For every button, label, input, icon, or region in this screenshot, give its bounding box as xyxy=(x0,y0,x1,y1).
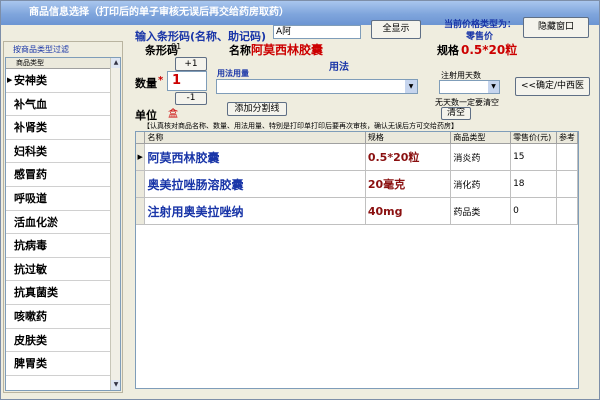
row-ref[interactable] xyxy=(556,170,578,198)
category-item[interactable]: 咳嗽药 xyxy=(6,305,120,329)
hide-window-button[interactable]: 隐藏窗口 xyxy=(523,17,589,38)
dosage-label: 用法用量 xyxy=(217,69,249,78)
category-item[interactable]: 抗过敏 xyxy=(6,258,120,282)
category-item[interactable]: 妇科类 xyxy=(6,140,120,164)
window-title: 商品信息选择（打印后的单子审核无误后再交给药房取药） xyxy=(29,7,289,18)
category-item[interactable]: 感冒药 xyxy=(6,163,120,187)
category-item[interactable]: 活血化淤 xyxy=(6,211,120,235)
category-item[interactable]: 抗真菌类 xyxy=(6,281,120,305)
quantity-input[interactable]: 1 xyxy=(167,71,207,91)
row-name[interactable]: 阿莫西林胶囊 xyxy=(144,143,366,171)
category-item-label: 感冒药 xyxy=(14,168,47,182)
product-spec-value: 0.5*20粒 xyxy=(461,43,518,57)
category-item[interactable]: 补肾类 xyxy=(6,116,120,140)
show-all-button[interactable]: 全显示 xyxy=(371,20,421,39)
category-list-header: 商品类型 xyxy=(6,58,120,69)
row-price[interactable]: 0 xyxy=(510,197,557,225)
row-spec[interactable]: 0.5*20粒 xyxy=(365,143,452,171)
current-row-indicator-icon: ▶ xyxy=(136,143,146,171)
category-item-label: 补肾类 xyxy=(14,121,47,135)
row-name[interactable]: 奥美拉唑肠溶胶囊 xyxy=(144,170,366,198)
quantity-label: 数量 xyxy=(135,77,157,90)
category-item-label: 皮肤类 xyxy=(14,333,47,347)
category-list-scrollbar[interactable]: ▲ ▼ xyxy=(110,58,120,390)
column-ref[interactable]: 参考 xyxy=(556,132,578,144)
column-spec[interactable]: 规格 xyxy=(365,132,452,144)
row-ref[interactable] xyxy=(556,197,578,225)
category-item-label: 咳嗽药 xyxy=(14,309,47,323)
scroll-down-icon[interactable]: ▼ xyxy=(111,380,120,390)
usage-section-title: 用法 xyxy=(329,62,349,73)
category-item-label: 抗真菌类 xyxy=(14,286,58,300)
barcode-value: 01 xyxy=(171,42,182,51)
plus-one-button[interactable]: +1 xyxy=(175,57,207,71)
unit-value: 盒 xyxy=(168,109,178,120)
column-price[interactable]: 零售价(元) xyxy=(510,132,557,144)
category-item[interactable]: 皮肤类 xyxy=(6,329,120,353)
category-item-label: 安神类 xyxy=(14,74,47,87)
category-item-label: 妇科类 xyxy=(14,144,47,158)
row-price[interactable]: 15 xyxy=(510,143,557,171)
category-item-label: 补气血 xyxy=(14,97,47,111)
column-name[interactable]: 名称 xyxy=(144,132,366,144)
grid-row[interactable]: 注射用奥美拉唑纳 40mg 药品类 0 xyxy=(136,197,578,225)
verification-notice: 【认真核对商品名称、数量、用法用量、特别是打印单打印后要再次审核，确认无误后方可… xyxy=(143,122,458,130)
row-type[interactable]: 消化药 xyxy=(450,170,512,198)
category-item-label: 抗病毒 xyxy=(14,239,47,253)
add-divider-button[interactable]: 添加分割线 xyxy=(227,102,287,116)
row-spec[interactable]: 40mg xyxy=(365,197,452,225)
category-item-label: 活血化淤 xyxy=(14,215,58,229)
category-item[interactable]: 呼吸道 xyxy=(6,187,120,211)
required-asterisk-icon: * xyxy=(158,75,164,86)
search-input[interactable]: A阿 xyxy=(273,25,361,39)
category-item[interactable]: 脾胃类 xyxy=(6,352,120,376)
row-spec[interactable]: 20毫克 xyxy=(365,170,452,198)
current-row-indicator-icon: ▶ xyxy=(7,76,13,84)
confirm-button[interactable]: <<确定/中西医 xyxy=(515,77,590,96)
row-name[interactable]: 注射用奥美拉唑纳 xyxy=(144,197,366,225)
grid-header-row: 名称 规格 商品类型 零售价(元) 参考 xyxy=(136,132,578,144)
spec-label: 规格 xyxy=(437,44,459,57)
category-item-label: 抗过敏 xyxy=(14,262,47,276)
product-selection-window: 商品信息选择（打印后的单子审核无误后再交给药房取药） 输入条形码(名称、助记码)… xyxy=(0,0,600,400)
row-indicator xyxy=(136,197,146,225)
dosage-dropdown-icon[interactable]: ▼ xyxy=(405,80,417,93)
category-filter-title: 按商品类型过滤 xyxy=(11,44,71,55)
category-item[interactable]: ▶ 安神类 xyxy=(6,69,120,93)
row-type[interactable]: 药品类 xyxy=(450,197,512,225)
clear-button[interactable]: 清空 xyxy=(441,107,471,120)
grid-corner xyxy=(136,132,146,144)
minus-one-button[interactable]: -1 xyxy=(175,92,207,105)
row-ref[interactable] xyxy=(556,143,578,171)
category-item[interactable]: 补气血 xyxy=(6,93,120,117)
category-list[interactable]: 商品类型 ▶ 安神类补气血补肾类妇科类感冒药呼吸道活血化淤抗病毒抗过敏抗真菌类咳嗽… xyxy=(5,57,121,391)
row-type[interactable]: 消炎药 xyxy=(450,143,512,171)
grid-row[interactable]: 奥美拉唑肠溶胶囊 20毫克 消化药 18 xyxy=(136,170,578,198)
category-item-label: 脾胃类 xyxy=(14,357,47,371)
column-type[interactable]: 商品类型 xyxy=(450,132,512,144)
product-name-value: 阿莫西林胶囊 xyxy=(251,43,324,57)
category-item-label: 呼吸道 xyxy=(14,191,47,205)
row-price[interactable]: 18 xyxy=(510,170,557,198)
row-indicator xyxy=(136,170,146,198)
grid-row[interactable]: ▶ 阿莫西林胶囊 0.5*20粒 消炎药 15 xyxy=(136,143,578,171)
name-label: 名称 xyxy=(229,44,251,57)
inject-days-dropdown-icon[interactable]: ▼ xyxy=(488,81,499,93)
product-grid[interactable]: 名称 规格 商品类型 零售价(元) 参考 ▶ 阿莫西林胶囊 0.5*20粒 消炎… xyxy=(135,131,579,389)
scroll-up-icon[interactable]: ▲ xyxy=(111,58,120,68)
inject-days-select[interactable]: ▼ xyxy=(439,80,500,94)
category-item[interactable]: 抗病毒 xyxy=(6,234,120,258)
dosage-select[interactable]: ▼ xyxy=(216,79,418,94)
